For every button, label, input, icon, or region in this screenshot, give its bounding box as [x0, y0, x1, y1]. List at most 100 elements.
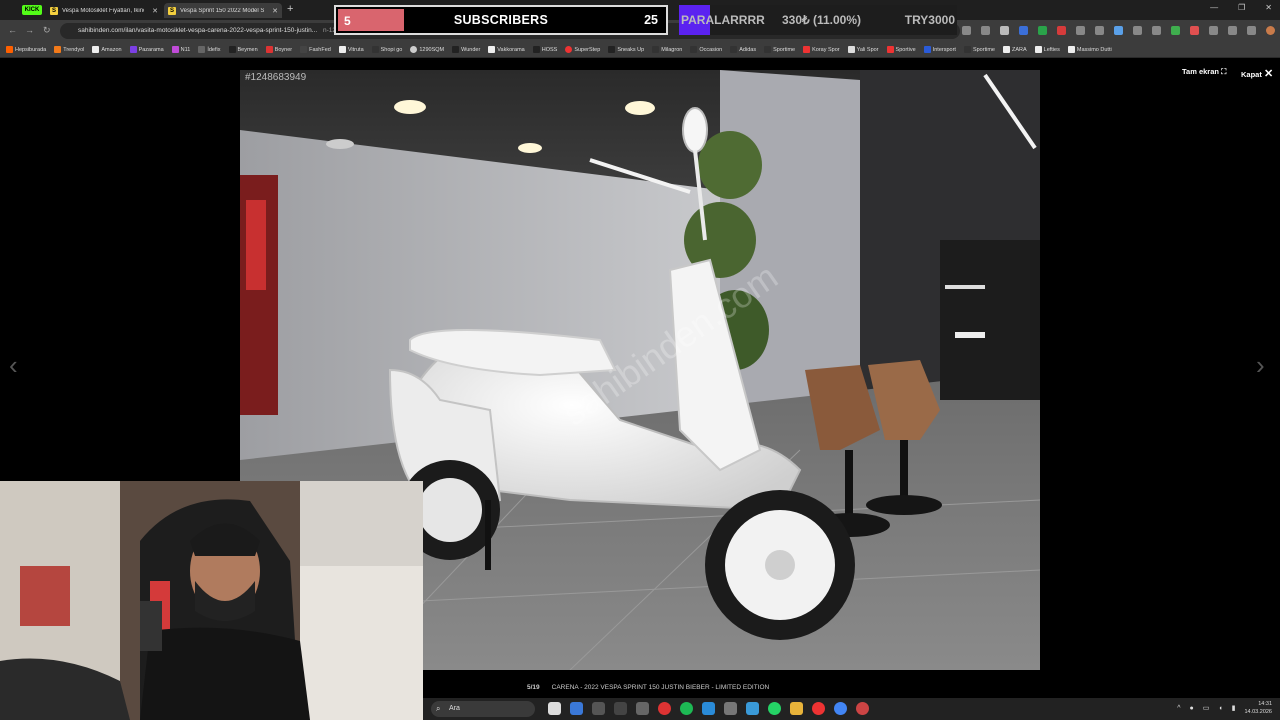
chrome-icon[interactable] [834, 702, 847, 715]
bookmark-superstep[interactable]: SuperStep [565, 46, 600, 53]
extension-icon[interactable] [962, 26, 971, 35]
opera-icon[interactable] [812, 702, 825, 715]
close-icon: ✕ [1263, 68, 1274, 80]
bookmark-milagron[interactable]: Milagron [652, 46, 682, 53]
subscriber-goal: 25 [644, 13, 658, 27]
profile-avatar[interactable] [1266, 26, 1275, 35]
whatsapp-icon[interactable] [768, 702, 781, 715]
extension-icon[interactable] [1209, 26, 1218, 35]
window-controls: — ❐ ✕ [1210, 3, 1272, 12]
extension-icon[interactable] [1152, 26, 1161, 35]
bookmark-hepsiburada[interactable]: Hepsiburada [6, 46, 46, 53]
taskbar-search[interactable]: ⌕ Ara [431, 701, 535, 717]
clock[interactable]: 14:31 14.03.2026 [1244, 700, 1272, 716]
bookmark-n11[interactable]: N11 [171, 46, 190, 53]
close-lightbox-button[interactable]: Kapat ✕ [1241, 67, 1273, 80]
tray-chevron-icon[interactable]: ^ [1177, 705, 1180, 712]
bookmark-intersport[interactable]: Intersport [923, 46, 956, 53]
bookmark-occasion[interactable]: Occasion [690, 46, 722, 53]
bookmark-korayspor[interactable]: Koray Spor [803, 46, 840, 53]
bookmark-sportive[interactable]: Sportive [886, 46, 916, 53]
extension-icon[interactable] [1228, 26, 1237, 35]
fullscreen-button[interactable]: Tam ekran ⛶ [1182, 67, 1226, 77]
settings-icon[interactable] [724, 702, 737, 715]
app-icon[interactable] [856, 702, 869, 715]
bookmark-lefties[interactable]: Lefties [1034, 46, 1060, 53]
bookmark-trendyol[interactable]: Trendyol [54, 46, 84, 53]
extension-icon[interactable] [1095, 26, 1104, 35]
bookmark-shopigo[interactable]: Shopi go [371, 46, 402, 53]
donation-amount: 330₺ (11.00%) [782, 13, 862, 27]
mic-icon[interactable]: ● [1190, 705, 1194, 712]
bookmark-boyner[interactable]: Boyner [265, 46, 292, 53]
bookmark-vakkorama[interactable]: Vakkorama [488, 46, 525, 53]
folder-icon[interactable] [790, 702, 803, 715]
app-icon[interactable] [592, 702, 605, 715]
extension-icon[interactable] [1019, 26, 1028, 35]
extension-icon[interactable] [1076, 26, 1085, 35]
reload-icon[interactable]: ↻ [43, 25, 51, 36]
bookmark-idefix[interactable]: İdefix [198, 46, 221, 53]
spotify-icon[interactable] [680, 702, 693, 715]
subscriber-goal-bar: 5 SUBSCRIBERS 25 [334, 5, 668, 35]
star-icon[interactable] [1000, 26, 1009, 35]
network-icon[interactable]: ▭ [1203, 704, 1210, 712]
minimize-icon[interactable]: — [1210, 3, 1218, 12]
fullscreen-icon: ⛶ [1221, 67, 1227, 76]
battery-icon[interactable]: ▮ [1232, 704, 1236, 712]
back-icon[interactable]: ← [8, 25, 17, 35]
bookmarks-bar: Hepsiburada Trendyol Amazon Pazarama N11… [0, 42, 1280, 58]
prev-photo-icon[interactable]: ‹ [9, 350, 18, 381]
extension-icon[interactable] [1114, 26, 1123, 35]
streamer-webcam [0, 481, 423, 720]
extension-icon[interactable] [1171, 26, 1180, 35]
extension-icon[interactable] [1133, 26, 1142, 35]
puzzle-icon[interactable] [1247, 26, 1256, 35]
app-icon[interactable] [746, 702, 759, 715]
app-icon[interactable] [636, 702, 649, 715]
bookmark-adidas[interactable]: Adidas [730, 46, 756, 53]
extension-icon[interactable] [981, 26, 990, 35]
bookmark-vitruta[interactable]: Vitruta [338, 46, 364, 53]
bookmark-sportime-2[interactable]: Sportime [963, 46, 995, 53]
bookmark-sneaksup[interactable]: Sneaks Up [608, 46, 644, 53]
close-window-icon[interactable]: ✕ [1265, 3, 1272, 12]
bookmark-yalispor[interactable]: Yali Spor [847, 46, 879, 53]
extension-icons [962, 26, 1280, 35]
bookmark-massimodutti[interactable]: Massimo Dutti [1067, 46, 1112, 53]
bookmark-amazon[interactable]: Amazon [92, 46, 122, 53]
extension-icon[interactable] [1057, 26, 1066, 35]
app-icon[interactable] [702, 702, 715, 715]
search-icon: ⌕ [436, 704, 441, 713]
extension-icon[interactable] [1038, 26, 1047, 35]
bookmark-1290sqm[interactable]: 1290SQM [410, 46, 444, 53]
bookmark-wunder[interactable]: Wunder [452, 46, 480, 53]
url-text: sahibinden.com/ilan/vasita-motosiklet-ve… [78, 27, 318, 34]
system-tray: ^ ● ▭ ◖ ▮ 14:31 14.03.2026 [1177, 700, 1272, 716]
next-photo-icon[interactable]: › [1256, 350, 1265, 381]
bookmark-pazarama[interactable]: Pazarama [129, 46, 164, 53]
bookmark-zara[interactable]: ZARA [1002, 46, 1027, 53]
volume-icon[interactable]: ◖ [1218, 705, 1222, 712]
app-icon[interactable] [614, 702, 627, 715]
restore-icon[interactable]: ❐ [1238, 3, 1245, 12]
mail-icon[interactable] [570, 702, 583, 715]
sahibinden-favicon-icon: S [50, 6, 58, 15]
bookmark-fashfed[interactable]: FashFed [300, 46, 331, 53]
forward-icon[interactable]: → [25, 25, 34, 35]
kick-badge[interactable]: KICK [22, 5, 42, 15]
photo-caption: 5/19 CARENA - 2022 VESPA SPRINT 150 JUST… [527, 684, 769, 691]
tab-close-icon[interactable]: ✕ [272, 7, 278, 15]
tab-close-icon[interactable]: ✕ [152, 7, 158, 15]
extension-icon[interactable] [1190, 26, 1199, 35]
donation-label: PARALARRRR [681, 13, 765, 27]
bookmark-beymen[interactable]: Beymen [228, 46, 258, 53]
tab-vespa-sprint[interactable]: S Vespa Sprint 150 2022 Model S ✕ [164, 3, 282, 18]
tab-vespa-listings[interactable]: S Vespa Motosiklet Fiyatları, İkinc ✕ [46, 3, 162, 18]
app-icon[interactable] [658, 702, 671, 715]
bookmark-hoss[interactable]: HOSS [532, 46, 557, 53]
task-view-icon[interactable] [548, 702, 561, 715]
donation-goal: TRY3000 [904, 13, 955, 27]
bookmark-sportime[interactable]: Sportime [764, 46, 795, 53]
new-tab-button[interactable]: + [287, 3, 293, 15]
